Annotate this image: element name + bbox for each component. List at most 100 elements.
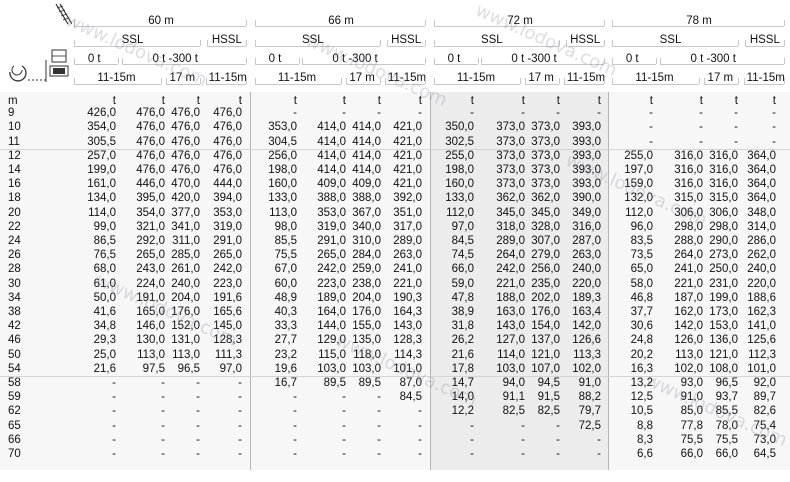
header-tick (255, 40, 256, 46)
header-rule (255, 26, 425, 27)
header-rule (525, 84, 559, 85)
header-rule (659, 64, 784, 65)
load-cell: 421,0 (393, 164, 422, 176)
header-tick (200, 40, 202, 46)
header-rule (434, 64, 478, 65)
load-cell: 304,5 (268, 135, 297, 148)
load-cell: - (112, 405, 116, 418)
header-tick (743, 78, 745, 84)
load-cell: 373,0 (531, 135, 560, 148)
load-cell: 340,0 (352, 220, 381, 233)
load-cell: 319,0 (213, 220, 242, 233)
load-cell: - (556, 433, 560, 446)
radius-cell: 46 (8, 334, 21, 347)
load-cell: 73,5 (630, 249, 653, 262)
load-cell: 390,0 (572, 192, 601, 205)
header-tick (207, 40, 209, 46)
radius-icon (28, 60, 47, 82)
radius-cell: 58 (8, 377, 21, 389)
load-cell: - (112, 419, 116, 432)
header-tick (255, 78, 256, 84)
header-tick (166, 78, 168, 84)
header-rule (612, 46, 739, 47)
load-cell: 256,0 (531, 263, 560, 276)
load-cell: 113,0 (172, 348, 200, 361)
load-cell: 284,0 (352, 249, 381, 262)
load-cell: 289,0 (393, 235, 422, 247)
radius-cell: 38 (8, 306, 21, 318)
crane-config-icons (9, 3, 73, 82)
load-cell: 142,0 (572, 320, 601, 333)
load-cell: 121,0 (531, 348, 560, 361)
load-cell: 64,5 (753, 448, 776, 460)
load-cell: 377,0 (171, 206, 200, 219)
load-cell: 162,3 (747, 306, 776, 318)
counterweight-icon (51, 49, 67, 63)
radius-cell: 10 (8, 121, 21, 134)
header-rule (74, 64, 119, 65)
load-cell: - (238, 419, 242, 432)
load-cell: - (597, 433, 601, 446)
header-tick (784, 58, 785, 64)
load-cell: 420,0 (171, 192, 200, 205)
load-cell: 16,7 (274, 377, 297, 389)
radius-cell: 26 (8, 249, 21, 262)
load-cell: 364,0 (747, 192, 776, 205)
load-cell: 279,0 (531, 249, 560, 262)
load-cell: 24,8 (630, 334, 653, 347)
load-cell: 137,0 (531, 334, 560, 347)
load-cell: 21,6 (451, 348, 474, 361)
load-cell: 188,6 (747, 291, 776, 304)
load-cell: 476,0 (213, 149, 242, 162)
load-cell: 27,7 (274, 334, 297, 347)
load-cell: - (556, 448, 560, 460)
load-cell: 291,0 (213, 235, 242, 247)
load-cell: 392,0 (393, 192, 422, 205)
header-tick (341, 78, 342, 84)
radius-cell: 62 (8, 405, 21, 418)
load-cell: 114,0 (88, 206, 116, 219)
load-cell: 305,5 (87, 135, 116, 148)
header-tick (434, 78, 435, 84)
load-cell: 89,7 (753, 391, 776, 404)
load-cell: 314,0 (747, 220, 776, 233)
table-row: 26 76,5 265,0 285,0 265,0 75,5 265,0 284,0 263,0… (0, 249, 790, 262)
load-cell: - (470, 107, 474, 120)
load-cell: 350,0 (445, 121, 474, 134)
load-cell: 143,0 (393, 320, 422, 333)
unit-t: t (521, 95, 525, 107)
load-cell: 89,5 (358, 377, 381, 389)
load-cell: 414,0 (352, 149, 381, 162)
radius-cell: 70 (8, 448, 21, 460)
load-cell: - (377, 419, 381, 432)
load-cell: 25,0 (93, 348, 116, 361)
load-cell: 421,0 (393, 178, 422, 191)
header-tick (558, 78, 560, 84)
load-cell: 393,0 (572, 121, 601, 134)
load-cell: 421,0 (393, 135, 422, 148)
header-tick (564, 78, 565, 84)
table-row: 46 29,3 130,0 131,0 128,3 27,7 129,0 135,0 128,3… (0, 334, 790, 347)
load-cell: 31,8 (451, 320, 474, 333)
load-cell: 328,0 (531, 220, 560, 233)
load-cell: 47,8 (451, 291, 474, 304)
radius-cell: 18 (8, 192, 21, 205)
load-cell: - (418, 448, 422, 460)
load-cell: 163,4 (572, 306, 601, 318)
load-cell: 373,0 (531, 149, 560, 162)
load-cell: 341,0 (171, 220, 200, 233)
header-tick (604, 40, 605, 46)
load-cell: 48,9 (274, 291, 297, 304)
load-cell: - (238, 377, 242, 389)
load-cell: - (293, 419, 297, 432)
load-cell: 307,0 (531, 235, 560, 247)
load-cell: 190,3 (393, 291, 422, 304)
unit-t: t (238, 95, 242, 107)
load-cell: - (293, 405, 297, 418)
load-cell: 353,0 (213, 206, 242, 219)
load-cell: 388,0 (352, 192, 381, 205)
radius-cell: 59 (8, 391, 21, 404)
load-cell: 421,0 (393, 121, 422, 134)
load-cell: 161,0 (87, 178, 116, 191)
load-cell: - (418, 419, 422, 432)
